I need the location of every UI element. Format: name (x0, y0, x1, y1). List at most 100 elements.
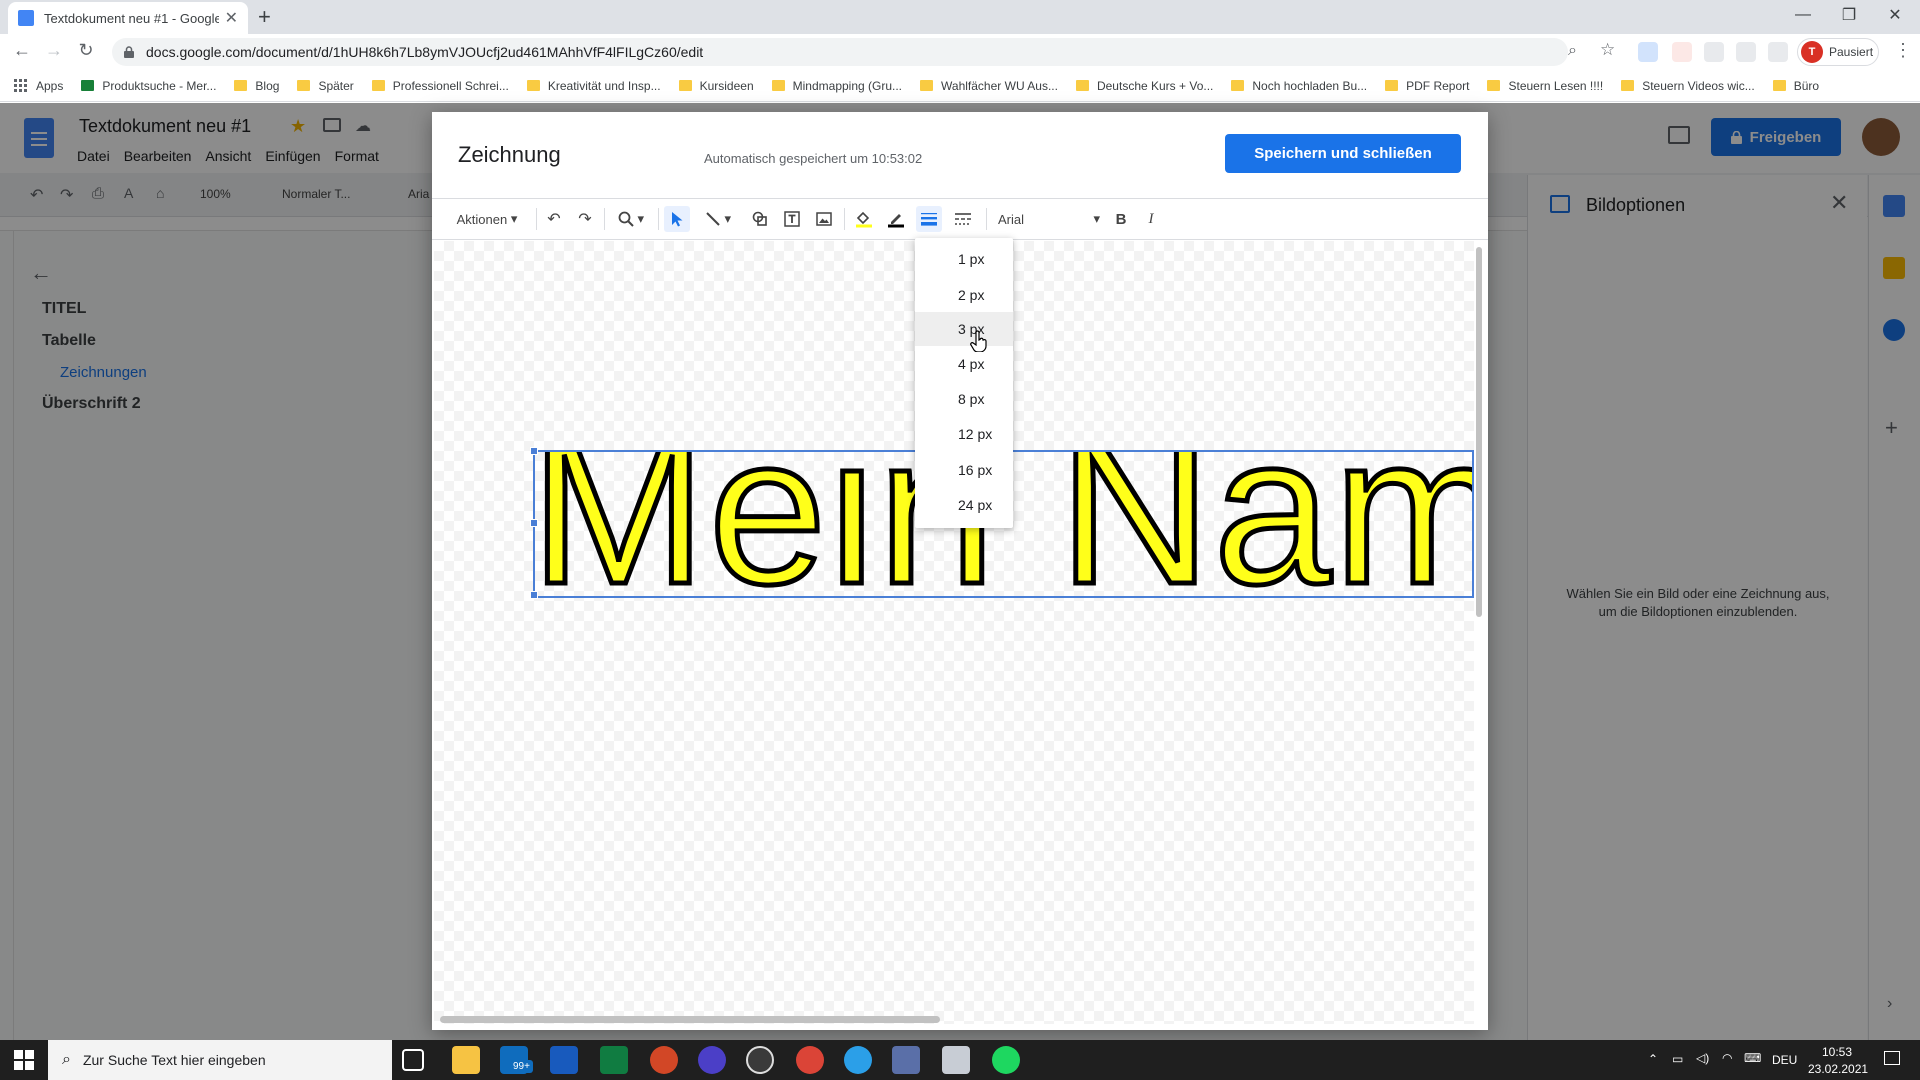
spotify-icon[interactable] (992, 1046, 1020, 1074)
font-family-select[interactable]: Arial ▾ (994, 206, 1104, 232)
actions-menu[interactable]: Aktionen ▾ (452, 206, 522, 232)
extension-icon[interactable] (1672, 42, 1692, 62)
powerpoint-icon[interactable] (650, 1046, 678, 1074)
browser-menu-icon[interactable]: ⋮ (1894, 40, 1912, 61)
bookmark-item[interactable]: Deutsche Kurs + Vo... (1075, 79, 1213, 93)
redo-icon[interactable]: ↷ (574, 206, 596, 232)
text-box-tool[interactable] (780, 206, 804, 232)
bookmark-apps[interactable]: Apps (14, 78, 63, 93)
bold-icon[interactable]: B (1110, 206, 1132, 232)
vertical-scrollbar[interactable] (1474, 241, 1484, 1024)
obs-icon[interactable] (746, 1046, 774, 1074)
zoom-menu[interactable]: ▾ (612, 206, 650, 232)
folder-icon (771, 80, 785, 91)
reload-icon[interactable]: ↻ (74, 40, 98, 61)
profile-button[interactable]: T Pausiert (1797, 38, 1879, 66)
bookmark-item[interactable]: Mindmapping (Gru... (771, 79, 902, 93)
bookmark-item[interactable]: Wahlfächer WU Aus... (920, 79, 1058, 93)
chevron-down-icon: ▾ (1093, 211, 1100, 226)
windows-start-icon[interactable] (14, 1050, 34, 1070)
close-tab-icon[interactable]: ✕ (225, 8, 238, 28)
extension-iq-icon[interactable] (1638, 42, 1658, 62)
zoom-icon[interactable]: ⌕ (1568, 42, 1577, 60)
horizontal-scrollbar[interactable] (440, 1016, 940, 1023)
folder-icon (297, 80, 311, 91)
select-tool[interactable] (664, 206, 690, 232)
task-view-icon[interactable] (402, 1049, 424, 1071)
menu-item-3px[interactable]: 3 px (915, 312, 1013, 346)
clock-date[interactable]: 23.02.2021 (1808, 1062, 1868, 1076)
folder-icon (920, 80, 934, 91)
folder-icon (234, 80, 248, 91)
undo-icon[interactable]: ↶ (543, 206, 565, 232)
address-bar[interactable]: docs.google.com/document/d/1hUH8k6h7Lb8y… (112, 38, 1568, 66)
browser-tab[interactable]: Textdokument neu #1 - Google D ✕ (8, 2, 248, 34)
drawing-title: Zeichnung (458, 142, 561, 167)
shape-tool[interactable] (748, 206, 772, 232)
pointer-icon (670, 211, 684, 227)
folder-icon (1772, 80, 1786, 91)
search-icon: ⌕ (62, 1051, 71, 1068)
shape-icon (752, 211, 768, 227)
edge-icon[interactable] (844, 1046, 872, 1074)
image-tool[interactable] (812, 206, 836, 232)
network-icon[interactable]: ▭ (1672, 1052, 1683, 1066)
text-box-icon (784, 211, 800, 227)
border-color-button[interactable] (884, 206, 908, 232)
close-window-icon[interactable]: ✕ (1872, 0, 1918, 30)
bookmark-item[interactable]: Professionell Schrei... (371, 79, 509, 93)
bookmark-item[interactable]: Kursideen (678, 79, 754, 93)
chrome-icon[interactable] (796, 1046, 824, 1074)
menu-item-8px[interactable]: 8 px (915, 382, 1013, 416)
bookmark-item[interactable]: Kreativität und Insp... (526, 79, 661, 93)
menu-item-12px[interactable]: 12 px (915, 417, 1013, 451)
excel-icon[interactable] (600, 1046, 628, 1074)
bookmark-item[interactable]: Blog (234, 79, 279, 93)
back-icon[interactable]: ← (10, 40, 34, 61)
volume-icon[interactable]: ◁) (1696, 1051, 1709, 1065)
folder-icon (526, 80, 540, 91)
bookmark-star-icon[interactable]: ☆ (1600, 40, 1615, 60)
app-icon[interactable] (892, 1046, 920, 1074)
clock-time[interactable]: 10:53 (1822, 1045, 1852, 1059)
keyboard-icon[interactable]: ⌨ (1744, 1051, 1761, 1065)
word-icon[interactable] (550, 1046, 578, 1074)
folder-icon (1075, 80, 1089, 91)
extension-grid-icon[interactable] (1736, 42, 1756, 62)
extensions-puzzle-icon[interactable] (1768, 42, 1788, 62)
bookmark-item[interactable]: Büro (1772, 79, 1819, 93)
border-dash-button[interactable] (950, 206, 976, 232)
forward-icon[interactable]: → (42, 40, 66, 61)
line-tool[interactable]: ▾ (698, 206, 738, 232)
wifi-icon[interactable]: ◠ (1722, 1051, 1732, 1065)
bookmark-item[interactable]: Steuern Lesen !!!! (1487, 79, 1603, 93)
taskbar-search[interactable]: ⌕ Zur Suche Text hier eingeben (48, 1040, 392, 1080)
maximize-icon[interactable]: ❐ (1826, 0, 1872, 30)
app-icon[interactable] (942, 1046, 970, 1074)
file-explorer-icon[interactable] (452, 1046, 480, 1074)
italic-icon[interactable]: I (1140, 206, 1162, 232)
bookmark-item[interactable]: Produktsuche - Mer... (81, 79, 216, 93)
menu-item-4px[interactable]: 4 px (915, 347, 1013, 381)
bookmark-item[interactable]: Später (297, 79, 354, 93)
app-icon[interactable] (698, 1046, 726, 1074)
fill-color-button[interactable] (852, 206, 876, 232)
paint-bucket-icon (855, 210, 873, 228)
folder-icon (371, 80, 385, 91)
new-tab-icon[interactable]: + (258, 5, 271, 29)
bookmark-item[interactable]: Steuern Videos wic... (1621, 79, 1755, 93)
bookmark-item[interactable]: PDF Report (1385, 79, 1469, 93)
menu-item-2px[interactable]: 2 px (915, 278, 1013, 312)
extension-icon[interactable] (1704, 42, 1724, 62)
menu-item-24px[interactable]: 24 px (915, 488, 1013, 522)
folder-icon (1621, 80, 1635, 91)
menu-item-16px[interactable]: 16 px (915, 453, 1013, 487)
menu-item-1px[interactable]: 1 px (915, 242, 1013, 276)
show-hidden-icons[interactable]: ⌃ (1648, 1052, 1658, 1066)
minimize-icon[interactable]: — (1780, 0, 1826, 30)
border-weight-button[interactable] (916, 206, 942, 232)
notifications-icon[interactable] (1884, 1051, 1900, 1065)
bookmark-item[interactable]: Noch hochladen Bu... (1231, 79, 1367, 93)
language-indicator[interactable]: DEU (1772, 1053, 1797, 1067)
save-and-close-button[interactable]: Speichern und schließen (1225, 134, 1461, 173)
